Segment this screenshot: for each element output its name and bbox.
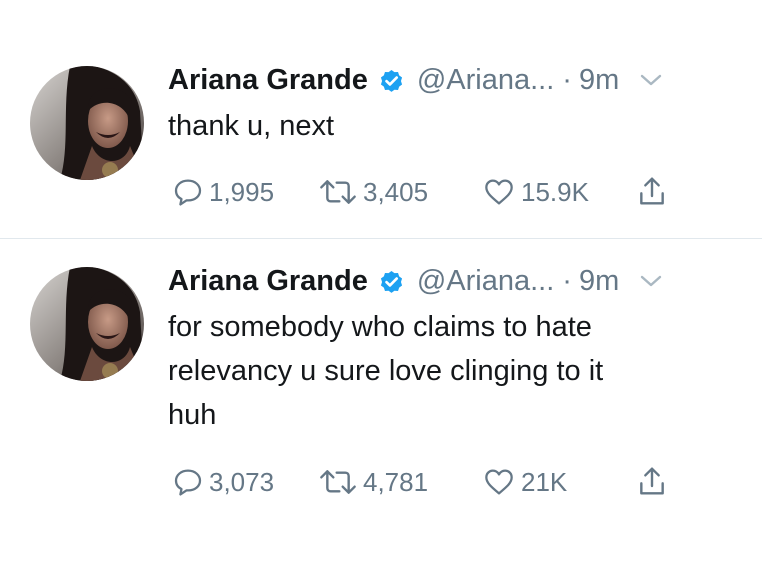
timestamp[interactable]: 9m bbox=[579, 265, 619, 298]
retweet-button[interactable]: 3,405 bbox=[318, 172, 428, 212]
like-button[interactable]: 21K bbox=[482, 462, 567, 502]
chevron-down-icon[interactable] bbox=[639, 273, 663, 289]
like-icon bbox=[485, 179, 513, 205]
like-button[interactable]: 15.9K bbox=[482, 172, 589, 212]
timestamp[interactable]: 9m bbox=[579, 64, 619, 97]
author-handle[interactable]: @Ariana... bbox=[417, 64, 554, 97]
tweet-header: Ariana Grande @Ariana... · 9m bbox=[168, 60, 663, 100]
like-count: 15.9K bbox=[521, 176, 589, 207]
avatar[interactable] bbox=[30, 66, 144, 180]
reply-button[interactable]: 3,073 bbox=[172, 462, 274, 502]
verified-badge-icon bbox=[378, 268, 405, 295]
tweet-text-line: thank u, next bbox=[168, 110, 335, 142]
tweet[interactable]: Ariana Grande @Ariana... · 9m thank u, n… bbox=[0, 0, 762, 238]
retweet-icon bbox=[320, 470, 356, 494]
reply-icon bbox=[174, 469, 202, 496]
reply-count: 1,995 bbox=[209, 176, 275, 207]
retweet-count: 4,781 bbox=[363, 466, 429, 497]
tweet-header: Ariana Grande @Ariana... · 9m bbox=[168, 261, 663, 301]
tweet-text: thank u, next bbox=[168, 104, 728, 148]
reply-button[interactable]: 1,995 bbox=[172, 172, 274, 212]
share-icon bbox=[640, 467, 664, 495]
retweet-icon bbox=[320, 180, 356, 204]
author-handle[interactable]: @Ariana... bbox=[417, 265, 554, 298]
retweet-button[interactable]: 4,781 bbox=[318, 462, 428, 502]
reply-icon bbox=[174, 179, 202, 206]
author-name[interactable]: Ariana Grande bbox=[168, 265, 368, 298]
tweet-text-line: for somebody who claims to hate bbox=[168, 311, 592, 343]
separator-dot: · bbox=[562, 63, 572, 96]
share-button[interactable] bbox=[636, 172, 668, 212]
tweet[interactable]: Ariana Grande @Ariana... · 9m for somebo… bbox=[0, 239, 762, 564]
tweet-text-line: huh bbox=[168, 399, 217, 431]
avatar[interactable] bbox=[30, 267, 144, 381]
reply-count: 3,073 bbox=[209, 466, 275, 497]
share-icon bbox=[640, 177, 664, 205]
tweet-text-line: relevancy u sure love clinging to it bbox=[168, 355, 604, 387]
like-icon bbox=[485, 469, 513, 495]
tweet-text: for somebody who claims to hate relevanc… bbox=[168, 305, 728, 437]
chevron-down-icon[interactable] bbox=[639, 72, 663, 88]
tweet-actions: 3,073 4,781 21K bbox=[168, 462, 688, 502]
author-name[interactable]: Ariana Grande bbox=[168, 64, 368, 97]
verified-badge-icon bbox=[378, 67, 405, 94]
share-button[interactable] bbox=[636, 462, 668, 502]
like-count: 21K bbox=[521, 466, 568, 497]
separator-dot: · bbox=[562, 264, 572, 297]
retweet-count: 3,405 bbox=[363, 176, 429, 207]
tweet-actions: 1,995 3,405 15.9K bbox=[168, 172, 688, 212]
